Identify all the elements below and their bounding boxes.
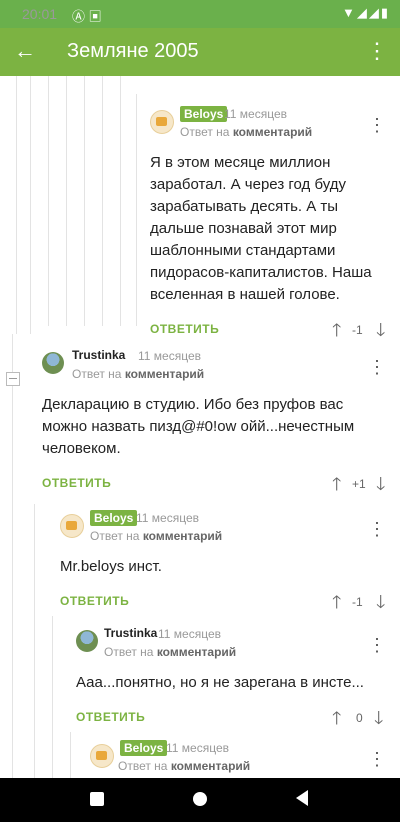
timestamp: 11 месяцев — [136, 511, 199, 525]
thread-line — [34, 504, 35, 778]
comment: Trustinka 11 месяцев Ответ на комментари… — [76, 622, 400, 734]
comment: Trustinka 11 месяцев Ответ на комментари… — [42, 344, 400, 500]
thread-line — [30, 76, 31, 334]
upvote-icon[interactable]: 🡑 — [332, 472, 341, 502]
timestamp: 11 месяцев — [166, 741, 229, 755]
thread-line — [16, 76, 17, 334]
comment-text: Ааа...понятно, но я не зарегана в инсте.… — [76, 674, 364, 691]
page-title: Земляне 2005 — [67, 40, 199, 62]
comment-text: Я в этом месяце миллион заработал. А чер… — [150, 154, 372, 303]
avatar[interactable] — [150, 110, 174, 134]
timestamp: 11 месяцев — [158, 627, 221, 641]
reply-target[interactable]: комментарий — [233, 125, 312, 139]
thread-line — [48, 76, 49, 326]
avatar[interactable] — [42, 352, 64, 374]
reply-prefix: Ответ на — [180, 125, 230, 139]
comment: Beloys 11 месяцев Ответ на комментарий ⋮ — [90, 736, 400, 778]
timestamp: 11 месяцев — [138, 349, 201, 363]
reply-button[interactable]: ОТВЕТИТЬ — [76, 710, 145, 724]
reply-target[interactable]: комментарий — [157, 645, 236, 659]
back-arrow-icon[interactable]: ← — [14, 38, 36, 64]
home-icon[interactable] — [193, 792, 207, 806]
reply-target[interactable]: комментарий — [143, 529, 222, 543]
reply-to[interactable]: Ответ на комментарий — [72, 367, 204, 381]
reply-prefix: Ответ на — [90, 529, 140, 543]
comment-score: 0 — [356, 711, 363, 725]
thread-line — [102, 76, 103, 326]
thread-line — [66, 76, 67, 326]
thread-line — [70, 732, 71, 778]
thread-line — [120, 76, 121, 326]
comment-menu-icon[interactable]: ⋮ — [368, 636, 386, 654]
comments-thread[interactable]: Beloys 11 месяцев Ответ на комментарий ⋮… — [0, 76, 400, 778]
comment-menu-icon[interactable]: ⋮ — [368, 116, 386, 134]
downvote-icon[interactable]: 🡓 — [374, 706, 383, 736]
thread-line — [84, 76, 85, 326]
reply-target[interactable]: комментарий — [171, 759, 250, 773]
author-name[interactable]: Beloys — [180, 106, 228, 122]
reply-prefix: Ответ на — [118, 759, 168, 773]
clock: 20:01 — [22, 6, 58, 22]
comment-score: -1 — [352, 323, 363, 337]
author-name[interactable]: Beloys — [90, 510, 138, 526]
reply-button[interactable]: ОТВЕТИТЬ — [150, 322, 219, 336]
reply-target[interactable]: комментарий — [125, 367, 204, 381]
avatar[interactable] — [76, 630, 98, 652]
comment: Beloys 11 месяцев Ответ на комментарий ⋮… — [150, 102, 400, 346]
downvote-icon[interactable]: 🡓 — [376, 590, 385, 620]
thread-line — [12, 334, 13, 778]
author-name[interactable]: Beloys — [120, 740, 168, 756]
reply-prefix: Ответ на — [104, 645, 154, 659]
downvote-icon[interactable]: 🡓 — [376, 472, 385, 502]
upvote-icon[interactable]: 🡑 — [332, 706, 341, 736]
thread-line — [52, 616, 53, 778]
timestamp: 11 месяцев — [224, 107, 287, 121]
app-bar: ← Земляне 2005 ⋮ — [0, 28, 400, 76]
reply-button[interactable]: ОТВЕТИТЬ — [42, 476, 111, 490]
comment-text: Декларацию в студию. Ибо без пруфов вас … — [42, 396, 355, 457]
reply-to[interactable]: Ответ на комментарий — [104, 645, 236, 659]
comment-score: -1 — [352, 595, 363, 609]
reply-button[interactable]: ОТВЕТИТЬ — [60, 594, 129, 608]
reply-prefix: Ответ на — [72, 367, 122, 381]
status-bar: 20:01 Ⓐ ▣ ▼◢◢▮ — [0, 0, 400, 28]
back-icon[interactable] — [296, 790, 308, 806]
comment-text: Mr.beloys инст. — [60, 558, 162, 575]
author-name[interactable]: Trustinka — [104, 626, 157, 640]
comment-menu-icon[interactable]: ⋮ — [368, 520, 386, 538]
system-nav-bar — [0, 778, 400, 822]
avatar[interactable] — [60, 514, 84, 538]
overflow-menu-icon[interactable]: ⋮ — [366, 38, 388, 64]
author-name[interactable]: Trustinka — [72, 348, 125, 362]
notification-icons: Ⓐ ▣ — [72, 9, 102, 24]
comment-menu-icon[interactable]: ⋮ — [368, 358, 386, 376]
comment-score: +1 — [352, 477, 366, 491]
recents-icon[interactable] — [90, 792, 104, 806]
comment-menu-icon[interactable]: ⋮ — [368, 750, 386, 768]
reply-to[interactable]: Ответ на комментарий — [118, 759, 250, 773]
avatar[interactable] — [90, 744, 114, 768]
system-icons: ▼◢◢▮ — [341, 5, 390, 20]
upvote-icon[interactable]: 🡑 — [332, 590, 341, 620]
reply-to[interactable]: Ответ на комментарий — [180, 125, 312, 139]
thread-line — [136, 94, 137, 326]
comment: Beloys 11 месяцев Ответ на комментарий ⋮… — [60, 506, 400, 618]
reply-to[interactable]: Ответ на комментарий — [90, 529, 222, 543]
collapse-thread-button[interactable] — [6, 372, 20, 386]
